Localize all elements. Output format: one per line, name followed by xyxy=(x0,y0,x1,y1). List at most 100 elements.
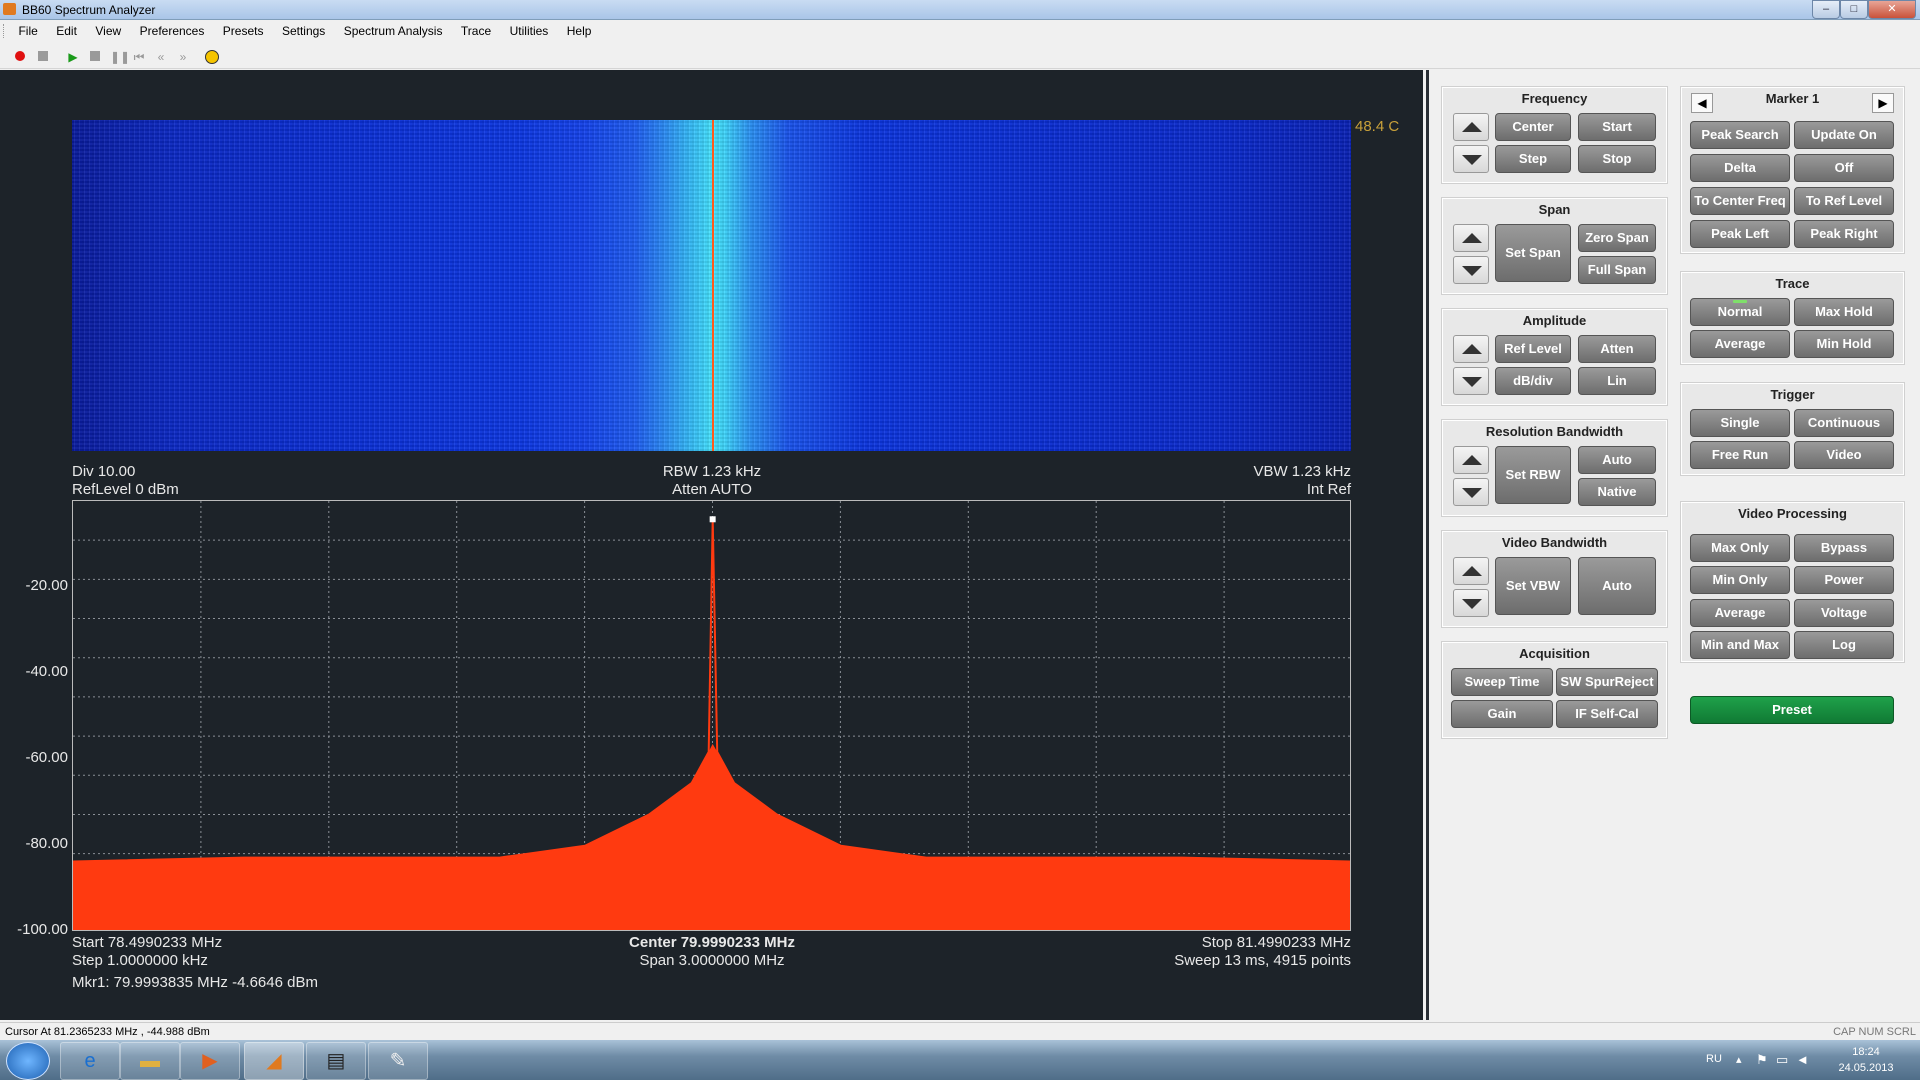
menu-view[interactable]: View xyxy=(88,20,128,38)
menu-settings[interactable]: Settings xyxy=(275,20,332,38)
span-up-button[interactable] xyxy=(1453,224,1489,252)
to-ref-level-button[interactable]: To Ref Level xyxy=(1794,187,1894,215)
frequency-up-button[interactable] xyxy=(1453,113,1489,141)
sweep-time-button[interactable]: Sweep Time xyxy=(1451,668,1553,696)
ref-level-button[interactable]: Ref Level xyxy=(1495,335,1571,363)
spectrum-plot[interactable] xyxy=(72,500,1351,931)
step-button[interactable]: Step xyxy=(1495,145,1571,173)
trigger-video-button[interactable]: Video xyxy=(1794,441,1894,469)
paint-app-icon[interactable]: ✎ xyxy=(368,1042,428,1080)
voltage-button[interactable]: Voltage xyxy=(1794,599,1894,627)
span-down-button[interactable] xyxy=(1453,256,1489,284)
peak-left-button[interactable]: Peak Left xyxy=(1690,220,1790,248)
sw-spur-reject-button[interactable]: SW SpurReject xyxy=(1556,668,1658,696)
rbw-native-button[interactable]: Native xyxy=(1578,478,1656,506)
power-button[interactable]: Power xyxy=(1794,566,1894,594)
min-and-max-button[interactable]: Min and Max xyxy=(1690,631,1790,659)
clock-date[interactable]: 24.05.2013 xyxy=(1836,1062,1896,1074)
minimize-button[interactable]: – xyxy=(1812,0,1840,19)
menu-trace[interactable]: Trace xyxy=(454,20,498,38)
max-only-button[interactable]: Max Only xyxy=(1690,534,1790,562)
menu-utilities[interactable]: Utilities xyxy=(503,20,556,38)
arrow-up-icon xyxy=(1462,122,1482,132)
record-icon[interactable] xyxy=(13,50,27,64)
preset-button[interactable]: Preset xyxy=(1690,696,1894,724)
peak-right-button[interactable]: Peak Right xyxy=(1794,220,1894,248)
vbw-auto-button[interactable]: Auto xyxy=(1578,557,1656,615)
folder-icon[interactable]: ▬ xyxy=(120,1042,180,1080)
vp-average-button[interactable]: Average xyxy=(1690,599,1790,627)
tray-arrow-icon[interactable]: ▴ xyxy=(1736,1053,1742,1066)
lin-button[interactable]: Lin xyxy=(1578,367,1656,395)
menu-spectrum-analysis[interactable]: Spectrum Analysis xyxy=(337,20,450,38)
rbw-up-button[interactable] xyxy=(1453,446,1489,474)
stop-button[interactable]: Stop xyxy=(1578,145,1656,173)
network-icon[interactable]: ▭ xyxy=(1776,1052,1788,1068)
set-span-button[interactable]: Set Span xyxy=(1495,224,1571,282)
marker-next-icon[interactable]: ▶ xyxy=(1872,93,1894,113)
full-span-button[interactable]: Full Span xyxy=(1578,256,1656,284)
trace-normal-button[interactable]: Normal xyxy=(1690,298,1790,326)
start-button[interactable] xyxy=(6,1042,50,1080)
marker-prev-icon[interactable]: ◀ xyxy=(1691,93,1713,113)
center-button[interactable]: Center xyxy=(1495,113,1571,141)
action-center-icon[interactable]: ⚑ xyxy=(1756,1052,1768,1068)
trace-average-button[interactable]: Average xyxy=(1690,330,1790,358)
to-center-freq-button[interactable]: To Center Freq xyxy=(1690,187,1790,215)
trigger-free-run-button[interactable]: Free Run xyxy=(1690,441,1790,469)
bypass-button[interactable]: Bypass xyxy=(1794,534,1894,562)
set-vbw-button[interactable]: Set VBW xyxy=(1495,557,1571,615)
clock-time[interactable]: 18:24 xyxy=(1836,1046,1896,1058)
maximize-button[interactable]: □ xyxy=(1840,0,1868,19)
log-button[interactable]: Log xyxy=(1794,631,1894,659)
volume-icon[interactable]: ◄ xyxy=(1796,1052,1809,1067)
min-only-button[interactable]: Min Only xyxy=(1690,566,1790,594)
start-button[interactable]: Start xyxy=(1578,113,1656,141)
stop-icon[interactable] xyxy=(88,50,102,64)
arrow-up-icon xyxy=(1462,344,1482,354)
amplitude-up-button[interactable] xyxy=(1453,335,1489,363)
fast-forward-icon[interactable]: » xyxy=(176,50,190,64)
vbw-down-button[interactable] xyxy=(1453,589,1489,617)
close-button[interactable]: ✕ xyxy=(1868,0,1916,19)
pause-icon[interactable]: ❚❚ xyxy=(110,50,130,64)
rewind-icon[interactable]: « xyxy=(154,50,168,64)
language-indicator[interactable]: RU xyxy=(1706,1053,1722,1065)
device-app-icon[interactable]: ▤ xyxy=(306,1042,366,1080)
set-rbw-button[interactable]: Set RBW xyxy=(1495,446,1571,504)
menu-edit[interactable]: Edit xyxy=(49,20,84,38)
rbw-down-button[interactable] xyxy=(1453,478,1489,506)
internet-explorer-icon[interactable]: e xyxy=(60,1042,120,1080)
if-self-cal-button[interactable]: IF Self-Cal xyxy=(1556,700,1658,728)
menu-preferences[interactable]: Preferences xyxy=(133,20,212,38)
rbw-label: RBW 1.23 kHz xyxy=(662,463,762,480)
peak-search-button[interactable]: Peak Search xyxy=(1690,121,1790,149)
vbw-up-button[interactable] xyxy=(1453,557,1489,585)
rbw-auto-button[interactable]: Auto xyxy=(1578,446,1656,474)
arrow-up-icon xyxy=(1462,233,1482,243)
amplitude-down-button[interactable] xyxy=(1453,367,1489,395)
frequency-down-button[interactable] xyxy=(1453,145,1489,173)
atten-button[interactable]: Atten xyxy=(1578,335,1656,363)
span-label: Span 3.0000000 MHz xyxy=(639,952,785,969)
skip-start-icon[interactable]: ⏮ xyxy=(132,50,146,64)
stop-record-icon[interactable] xyxy=(36,50,50,64)
update-on-button[interactable]: Update On xyxy=(1794,121,1894,149)
menu-file[interactable]: File xyxy=(11,20,44,38)
db-div-button[interactable]: dB/div xyxy=(1495,367,1571,395)
media-player-icon[interactable]: ▶ xyxy=(180,1042,240,1080)
spectrum-plot-svg xyxy=(73,501,1350,930)
trace-min-hold-button[interactable]: Min Hold xyxy=(1794,330,1894,358)
menu-presets[interactable]: Presets xyxy=(216,20,271,38)
settings-circle-icon[interactable] xyxy=(205,50,219,64)
gain-button[interactable]: Gain xyxy=(1451,700,1553,728)
menu-help[interactable]: Help xyxy=(560,20,599,38)
trigger-single-button[interactable]: Single xyxy=(1690,409,1790,437)
delta-button[interactable]: Delta xyxy=(1690,154,1790,182)
spectrum-analyzer-taskbar-icon[interactable]: ◢ xyxy=(244,1042,304,1080)
play-icon[interactable]: ▶ xyxy=(66,50,80,64)
trace-max-hold-button[interactable]: Max Hold xyxy=(1794,298,1894,326)
zero-span-button[interactable]: Zero Span xyxy=(1578,224,1656,252)
trigger-continuous-button[interactable]: Continuous xyxy=(1794,409,1894,437)
marker-off-button[interactable]: Off xyxy=(1794,154,1894,182)
